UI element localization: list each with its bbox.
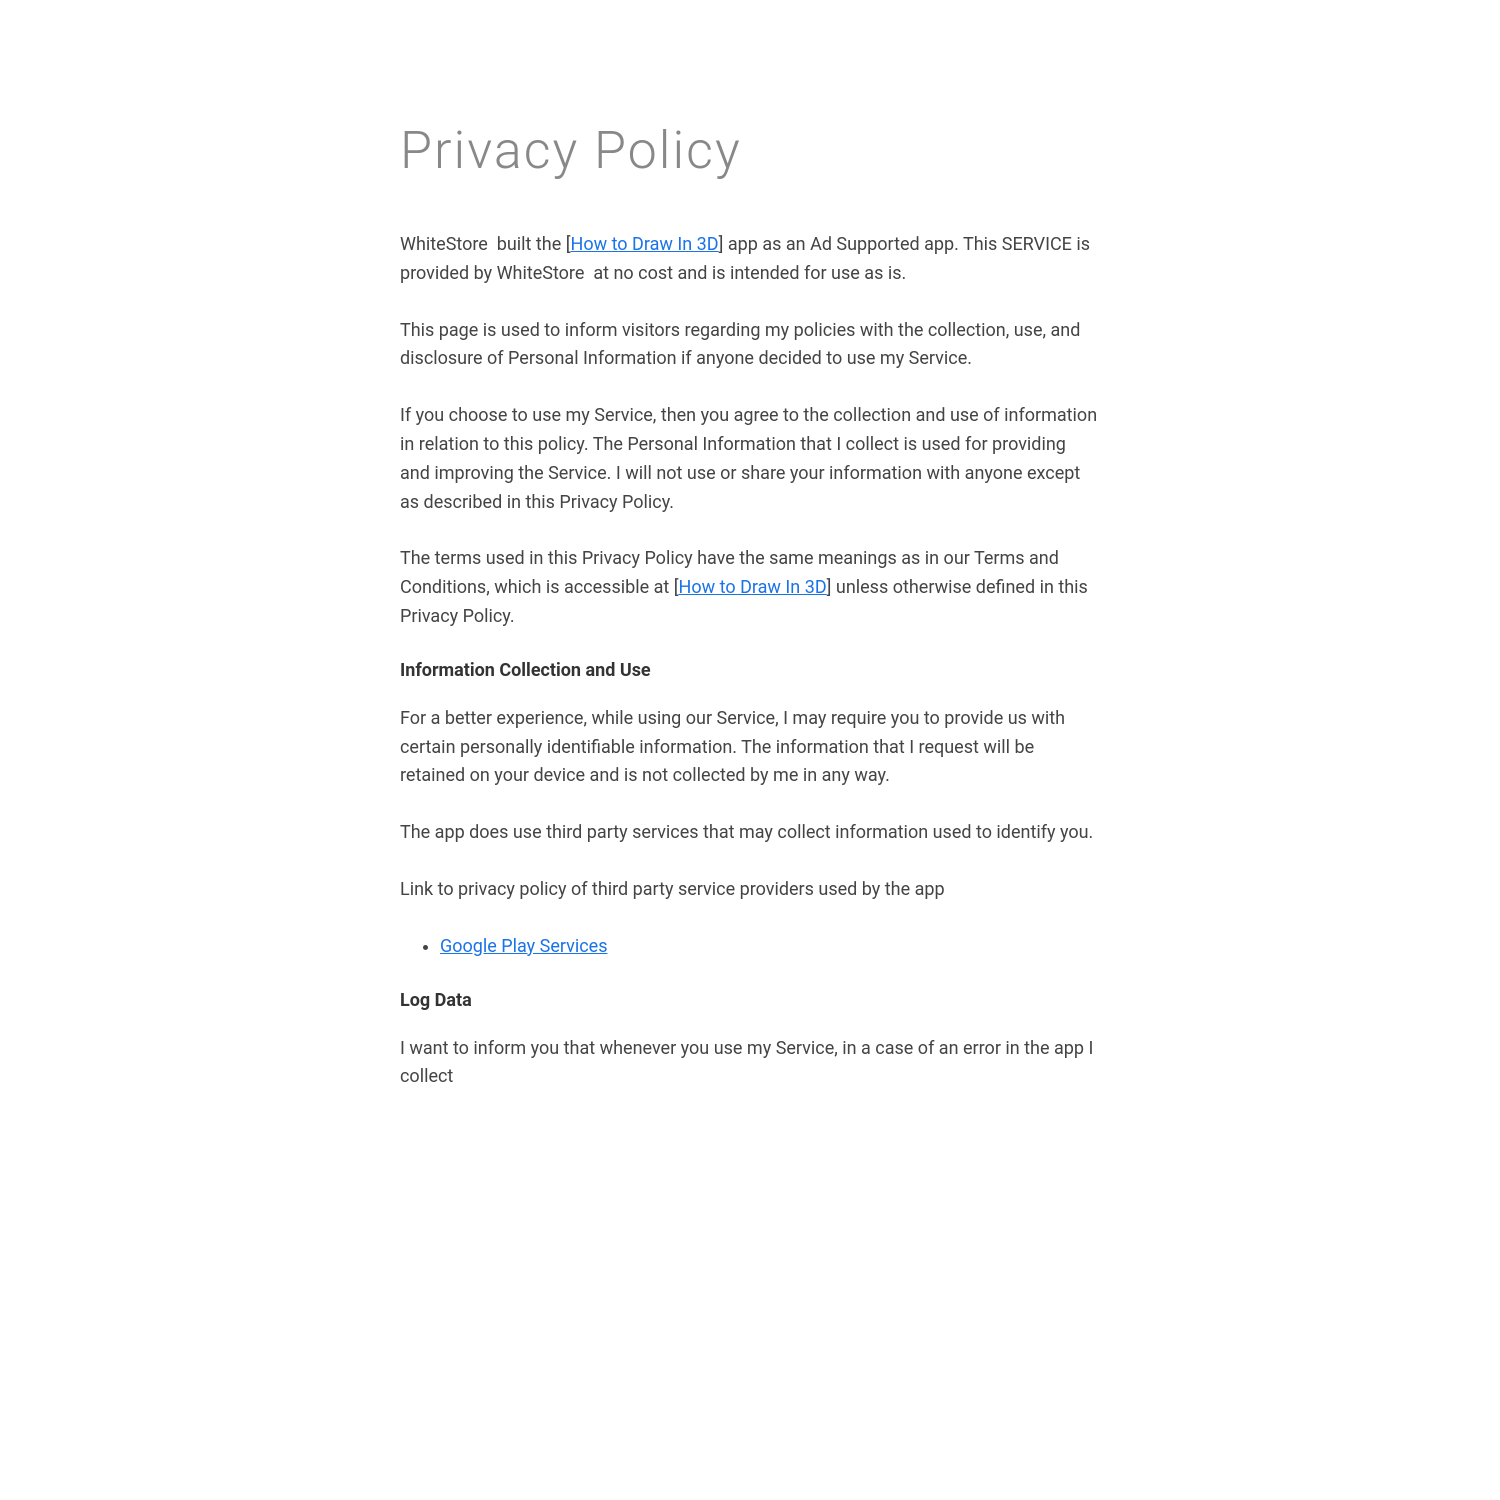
page-title: Privacy Policy [400, 120, 1100, 181]
section1-paragraph-3: Link to privacy policy of third party se… [400, 876, 1100, 905]
list-item: Google Play Services [440, 933, 1100, 962]
google-play-services-link[interactable]: Google Play Services [440, 936, 608, 957]
section1-heading: Information Collection and Use [400, 660, 1100, 681]
intro-paragraph-1: WhiteStore built the [How to Draw In 3D]… [400, 231, 1100, 289]
app-link-1[interactable]: How to Draw In 3D [571, 234, 719, 255]
section1-paragraph-2: The app does use third party services th… [400, 819, 1100, 848]
intro-paragraph-4: The terms used in this Privacy Policy ha… [400, 545, 1100, 631]
section2-paragraph-1: I want to inform you that whenever you u… [400, 1035, 1100, 1093]
intro-paragraph-2: This page is used to inform visitors reg… [400, 317, 1100, 375]
app-link-2[interactable]: How to Draw In 3D [679, 577, 827, 598]
section2-heading: Log Data [400, 990, 1100, 1011]
section1-paragraph-1: For a better experience, while using our… [400, 705, 1100, 791]
third-party-list: Google Play Services [400, 933, 1100, 962]
page-container: Privacy Policy WhiteStore built the [How… [270, 0, 1230, 1200]
intro-paragraph-3: If you choose to use my Service, then yo… [400, 402, 1100, 517]
